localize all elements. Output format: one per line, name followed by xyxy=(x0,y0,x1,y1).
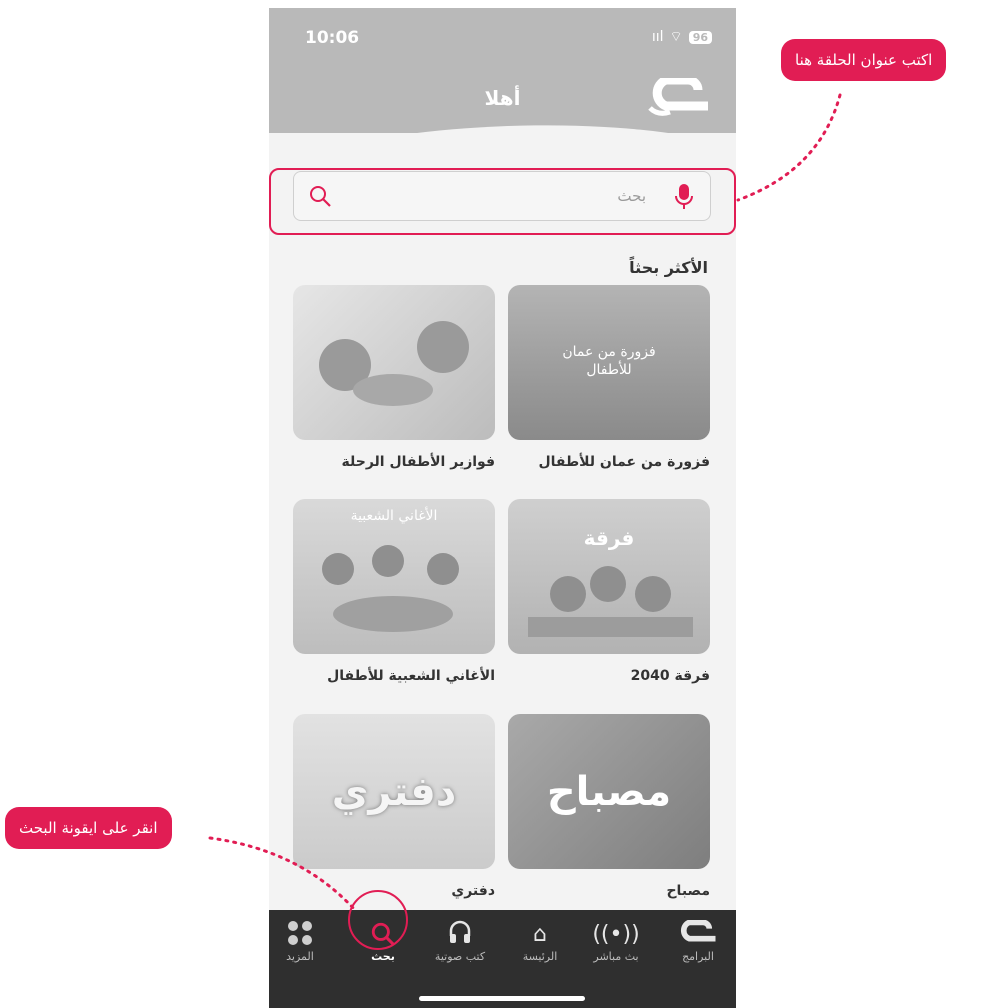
search-placeholder: بحث xyxy=(617,187,646,205)
tab-label: بث مباشر xyxy=(593,950,639,963)
program-card-label: الأغاني الشعبية للأطفال xyxy=(327,668,495,684)
search-icon[interactable] xyxy=(308,184,332,208)
wifi-icon: ⌔ xyxy=(669,29,683,45)
tab-label: بحث xyxy=(371,950,395,963)
bottom-tab-bar: البرامج ((•)) بث مباشر ⌂ الرئيسة كتب صوت… xyxy=(269,890,736,1008)
thumbnail-title: مصباح xyxy=(546,769,672,815)
more-grid-icon xyxy=(269,920,335,950)
program-card[interactable]: دفتري دفتري xyxy=(293,714,495,899)
program-card[interactable]: مصباح مصباح xyxy=(508,714,710,899)
search-tab-highlight xyxy=(348,890,408,950)
search-input[interactable]: بحث xyxy=(293,171,711,221)
tab-more[interactable]: المزيد xyxy=(269,920,335,963)
program-thumbnail xyxy=(293,285,495,440)
tab-programs[interactable]: البرامج xyxy=(663,919,733,963)
phone-screen: 10:06 ııl ⌔ 96 أهلا بحث الأكثر بحثاً فزو… xyxy=(269,8,736,1008)
signal-icon: ııl xyxy=(651,29,664,45)
program-thumbnail: مصباح xyxy=(508,714,710,869)
program-card-label: فزورة من عمان للأطفال xyxy=(538,454,711,470)
program-thumbnail: فزورة من عمان للأطفال xyxy=(508,285,710,440)
section-title-most-searched: الأكثر بحثاً xyxy=(629,258,708,277)
app-logo-icon xyxy=(648,78,708,116)
tab-live[interactable]: ((•)) بث مباشر xyxy=(581,920,651,963)
thumbnail-illustration xyxy=(528,566,693,637)
tab-label: كتب صوتية xyxy=(434,950,486,963)
status-time: 10:06 xyxy=(305,28,360,48)
thumbnail-title: فزورة من عمان للأطفال xyxy=(562,344,656,378)
headphones-icon xyxy=(425,920,495,950)
thumbnail-illustration xyxy=(319,321,469,406)
program-card-label: مصباح xyxy=(666,883,710,899)
callout-type-episode-title: اكتب عنوان الحلقة هنا xyxy=(781,39,947,81)
thumbnail-title: الأغاني الشعبية xyxy=(350,508,438,524)
program-card[interactable]: فزورة من عمان للأطفال فزورة من عمان للأط… xyxy=(508,285,710,470)
program-thumbnail: دفتري xyxy=(293,714,495,869)
battery-icon: 96 xyxy=(688,30,712,44)
callout-tap-search-icon: انقر على ايقونة البحث xyxy=(5,807,172,849)
live-broadcast-icon: ((•)) xyxy=(592,922,640,947)
home-icon: ⌂ xyxy=(533,922,547,947)
programs-logo-icon xyxy=(663,919,733,950)
microphone-icon[interactable] xyxy=(674,183,694,211)
program-card[interactable]: فوازير الأطفال الرحلة xyxy=(293,285,495,470)
status-icons: ııl ⌔ 96 xyxy=(652,28,712,46)
thumbnail-title: فرقة xyxy=(583,526,635,550)
tab-audiobooks[interactable]: كتب صوتية xyxy=(425,920,495,963)
tab-home[interactable]: ⌂ الرئيسة xyxy=(505,920,575,963)
program-thumbnail: فرقة xyxy=(508,499,710,654)
program-thumbnail: الأغاني الشعبية xyxy=(293,499,495,654)
program-card[interactable]: الأغاني الشعبية الأغاني الشعبية للأطفال xyxy=(293,499,495,684)
program-card[interactable]: فرقة فرقة 2040 xyxy=(508,499,710,684)
program-card-label: فرقة 2040 xyxy=(630,668,710,684)
home-indicator xyxy=(419,996,585,1001)
tab-label: الرئيسة xyxy=(522,950,558,963)
tab-label: المزيد xyxy=(286,950,314,963)
program-card-label: فوازير الأطفال الرحلة xyxy=(341,454,495,470)
tab-label: البرامج xyxy=(682,950,714,963)
thumbnail-title: دفتري xyxy=(331,769,457,815)
app-header: 10:06 ııl ⌔ 96 أهلا xyxy=(269,8,736,133)
